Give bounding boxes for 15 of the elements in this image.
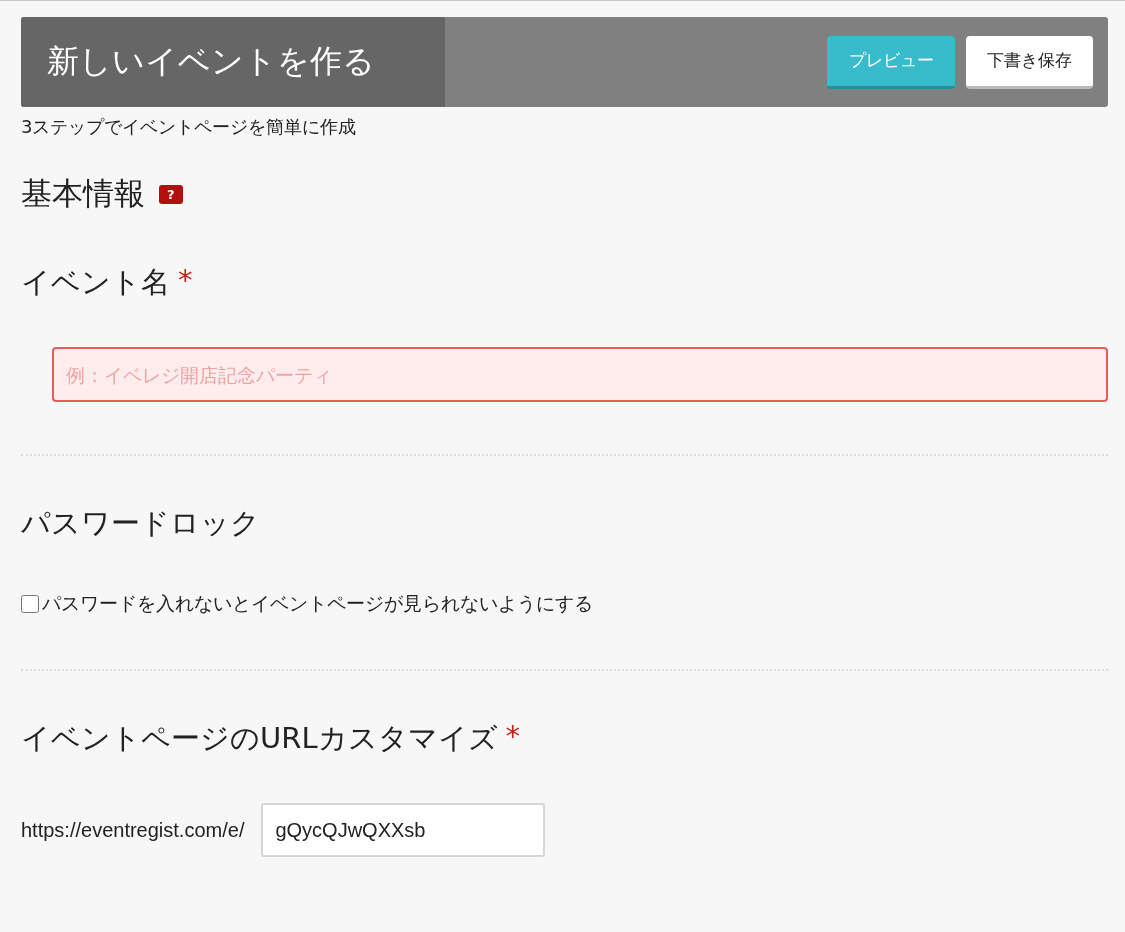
section-title: 基本情報	[21, 174, 145, 213]
event-name-field[interactable]: 例：イベレジ開店記念パーティ	[52, 347, 1108, 402]
field-label: パスワードロック	[21, 505, 260, 542]
checkbox-label: パスワードを入れないとイベントページが見られないようにする	[42, 591, 593, 616]
field-label: イベントページのURLカスタマイズ	[21, 720, 498, 757]
required-asterisk: *	[505, 719, 521, 753]
url-prefix: https://eventregist.com/e/	[21, 818, 245, 842]
required-asterisk: *	[178, 263, 193, 297]
save-draft-button[interactable]: 下書き保存	[966, 35, 1093, 89]
password-checkbox[interactable]	[21, 595, 39, 613]
subtitle: 3ステップでイベントページを簡単に作成	[21, 115, 358, 139]
url-slug-field[interactable]: gQycQJwQXXsb	[261, 803, 546, 857]
page-title: 新しいイベントを作る	[21, 17, 445, 107]
field-label: イベント名	[21, 264, 170, 301]
help-badge[interactable]: ?	[159, 184, 183, 204]
